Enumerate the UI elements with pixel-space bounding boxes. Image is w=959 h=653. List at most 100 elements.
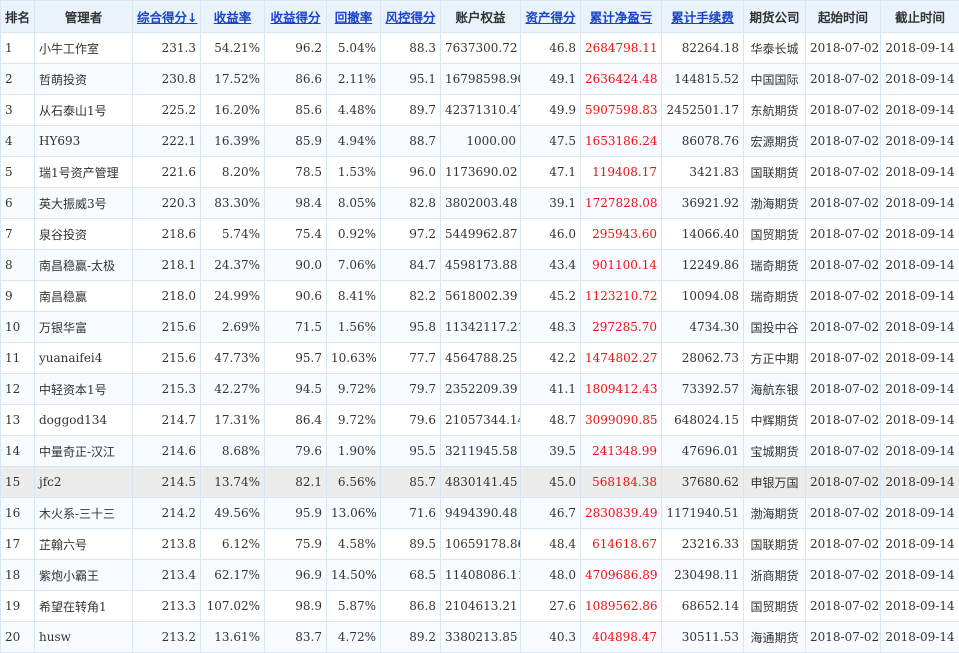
table-row[interactable]: 7泉谷投资218.65.74%75.40.92%97.25449962.8746… xyxy=(1,219,959,250)
column-header-fees[interactable]: 累计手续费 xyxy=(662,1,744,33)
table-row[interactable]: 1小牛工作室231.354.21%96.25.04%88.37637300.72… xyxy=(1,33,959,64)
column-header-label[interactable]: 累计手续费 xyxy=(671,10,734,25)
table-row[interactable]: 13doggod134214.717.31%86.49.72%79.621057… xyxy=(1,405,959,436)
cell-start: 2018-07-02 xyxy=(806,95,881,126)
cell-rank: 15 xyxy=(1,467,35,498)
cell-end: 2018-09-14 xyxy=(881,591,959,622)
column-header-risk_score[interactable]: 风控得分 xyxy=(381,1,441,33)
cell-net_pnl: 568184.38 xyxy=(581,467,662,498)
table-row[interactable]: 3从石泰山1号225.216.20%85.64.48%89.742371310.… xyxy=(1,95,959,126)
table-row[interactable]: 16木火系-三十三214.249.56%95.913.06%71.6949439… xyxy=(1,498,959,529)
cell-rank: 9 xyxy=(1,281,35,312)
cell-end: 2018-09-14 xyxy=(881,467,959,498)
cell-rank: 20 xyxy=(1,622,35,653)
cell-fees: 4734.30 xyxy=(662,312,744,343)
table-row[interactable]: 20husw213.213.61%83.74.72%89.23380213.85… xyxy=(1,622,959,653)
column-header-label: 排名 xyxy=(5,10,30,25)
cell-yield: 13.61% xyxy=(201,622,265,653)
cell-fees: 10094.08 xyxy=(662,281,744,312)
cell-yield: 5.74% xyxy=(201,219,265,250)
column-header-drawdown[interactable]: 回撤率 xyxy=(327,1,381,33)
cell-drawdown: 4.58% xyxy=(327,529,381,560)
table-row[interactable]: 12中轻资本1号215.342.27%94.59.72%79.72352209.… xyxy=(1,374,959,405)
table-row[interactable]: 10万银华富215.62.69%71.51.56%95.811342117.21… xyxy=(1,312,959,343)
cell-drawdown: 1.53% xyxy=(327,157,381,188)
cell-drawdown: 0.92% xyxy=(327,219,381,250)
table-row[interactable]: 4HY693222.116.39%85.94.94%88.71000.0047.… xyxy=(1,126,959,157)
cell-manager: 泉谷投资 xyxy=(35,219,133,250)
cell-manager: 木火系-三十三 xyxy=(35,498,133,529)
cell-rank: 5 xyxy=(1,157,35,188)
cell-company: 宏源期货 xyxy=(744,126,806,157)
cell-yield: 24.37% xyxy=(201,250,265,281)
table-row[interactable]: 8南昌稳赢-太极218.124.37%90.07.06%84.74598173.… xyxy=(1,250,959,281)
cell-rank: 6 xyxy=(1,188,35,219)
column-header-yield_score[interactable]: 收益得分 xyxy=(265,1,327,33)
cell-net_pnl: 1123210.72 xyxy=(581,281,662,312)
cell-net_pnl: 119408.17 xyxy=(581,157,662,188)
cell-risk_score: 89.2 xyxy=(381,622,441,653)
cell-start: 2018-07-02 xyxy=(806,126,881,157)
table-row[interactable]: 2哲萌投资230.817.52%86.62.11%95.116798598.90… xyxy=(1,64,959,95)
column-header-label[interactable]: 综合得分↓ xyxy=(137,10,197,25)
table-row[interactable]: 17芷翰六号213.86.12%75.94.58%89.510659178.86… xyxy=(1,529,959,560)
cell-risk_score: 82.8 xyxy=(381,188,441,219)
cell-yield_score: 85.9 xyxy=(265,126,327,157)
cell-manager: 哲萌投资 xyxy=(35,64,133,95)
cell-company: 国联期货 xyxy=(744,529,806,560)
cell-yield_score: 85.6 xyxy=(265,95,327,126)
cell-rank: 7 xyxy=(1,219,35,250)
column-header-yield[interactable]: 收益率 xyxy=(201,1,265,33)
cell-net_pnl: 2684798.11 xyxy=(581,33,662,64)
cell-yield: 8.68% xyxy=(201,436,265,467)
cell-score: 230.8 xyxy=(133,64,201,95)
column-header-label[interactable]: 回撤率 xyxy=(335,10,373,25)
cell-yield_score: 75.9 xyxy=(265,529,327,560)
cell-score: 220.3 xyxy=(133,188,201,219)
column-header-label[interactable]: 风控得分 xyxy=(385,10,435,25)
cell-start: 2018-07-02 xyxy=(806,529,881,560)
cell-end: 2018-09-14 xyxy=(881,157,959,188)
cell-net_pnl: 1089562.86 xyxy=(581,591,662,622)
table-row[interactable]: 9南昌稳赢218.024.99%90.68.41%82.25618002.394… xyxy=(1,281,959,312)
table-row[interactable]: 6英大振威3号220.383.30%98.48.05%82.83802003.4… xyxy=(1,188,959,219)
cell-company: 宝城期货 xyxy=(744,436,806,467)
column-header-label[interactable]: 收益率 xyxy=(214,10,252,25)
table-row[interactable]: 19希望在转角1213.3107.02%98.95.87%86.82104613… xyxy=(1,591,959,622)
cell-net_pnl: 614618.67 xyxy=(581,529,662,560)
table-row[interactable]: 5瑞1号资产管理221.68.20%78.51.53%96.01173690.0… xyxy=(1,157,959,188)
cell-manager: 小牛工作室 xyxy=(35,33,133,64)
cell-asset_score: 48.3 xyxy=(521,312,581,343)
column-header-net_pnl[interactable]: 累计净盈亏 xyxy=(581,1,662,33)
cell-start: 2018-07-02 xyxy=(806,312,881,343)
column-header-label[interactable]: 资产得分 xyxy=(525,10,575,25)
cell-start: 2018-07-02 xyxy=(806,467,881,498)
cell-asset_score: 49.1 xyxy=(521,64,581,95)
cell-score: 213.3 xyxy=(133,591,201,622)
cell-asset_score: 41.1 xyxy=(521,374,581,405)
cell-company: 东航期货 xyxy=(744,95,806,126)
cell-fees: 73392.57 xyxy=(662,374,744,405)
column-header-label[interactable]: 累计净盈亏 xyxy=(590,10,653,25)
cell-equity: 9494390.48 xyxy=(441,498,521,529)
column-header-score[interactable]: 综合得分↓ xyxy=(133,1,201,33)
column-header-label: 账户权益 xyxy=(455,10,505,25)
cell-yield_score: 96.9 xyxy=(265,560,327,591)
table-row[interactable]: 15jfc2214.513.74%82.16.56%85.74830141.45… xyxy=(1,467,959,498)
column-header-rank: 排名 xyxy=(1,1,35,33)
column-header-label[interactable]: 收益得分 xyxy=(270,10,320,25)
cell-score: 213.2 xyxy=(133,622,201,653)
cell-net_pnl: 4709686.89 xyxy=(581,560,662,591)
cell-end: 2018-09-14 xyxy=(881,312,959,343)
cell-yield: 16.39% xyxy=(201,126,265,157)
cell-net_pnl: 2636424.48 xyxy=(581,64,662,95)
column-header-asset_score[interactable]: 资产得分 xyxy=(521,1,581,33)
table-row[interactable]: 11yuanaifei4215.647.73%95.710.63%77.7456… xyxy=(1,343,959,374)
cell-start: 2018-07-02 xyxy=(806,343,881,374)
cell-yield_score: 82.1 xyxy=(265,467,327,498)
table-row[interactable]: 14中量奇正-汉江214.68.68%79.61.90%95.53211945.… xyxy=(1,436,959,467)
cell-equity: 2352209.39 xyxy=(441,374,521,405)
table-row[interactable]: 18紫炮小霸王213.462.17%96.914.50%68.511408086… xyxy=(1,560,959,591)
cell-yield_score: 79.6 xyxy=(265,436,327,467)
cell-equity: 4598173.88 xyxy=(441,250,521,281)
